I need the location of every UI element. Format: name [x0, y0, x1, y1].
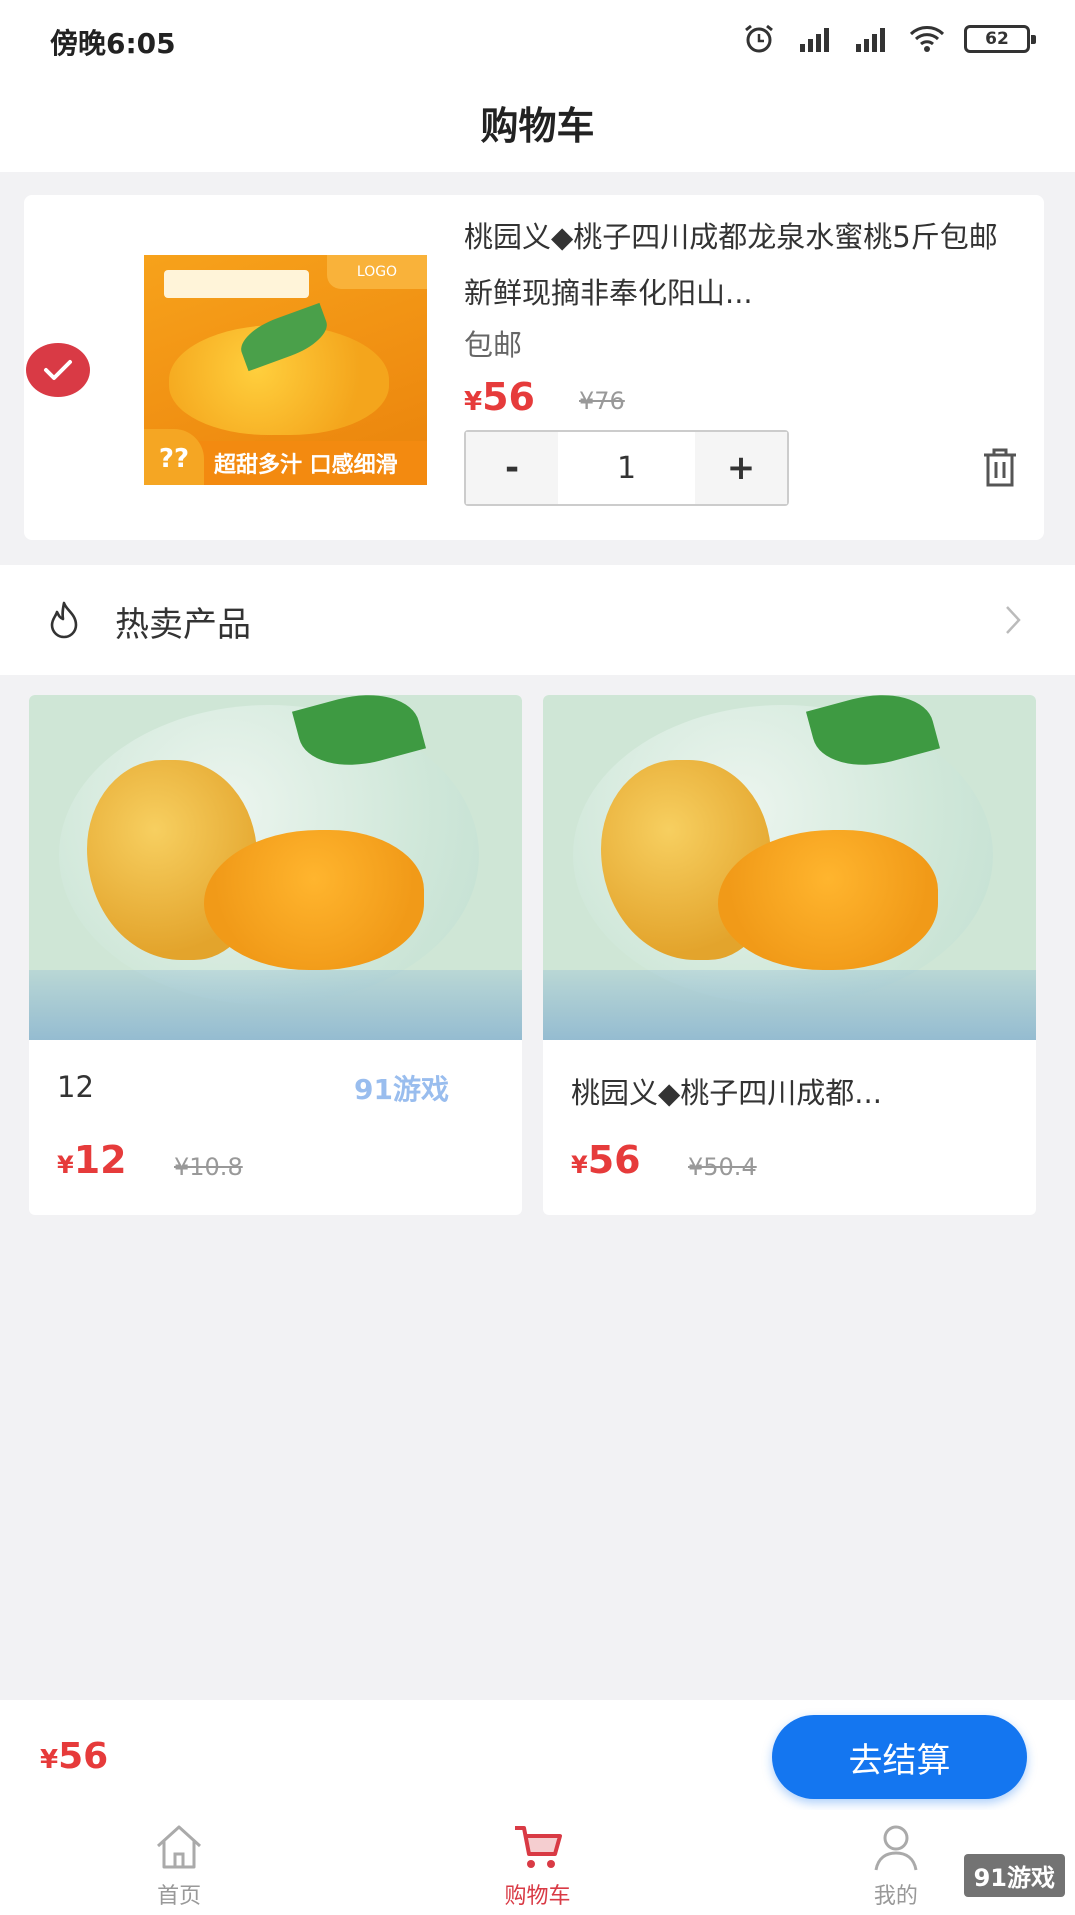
product-image-water [29, 970, 522, 1040]
battery-indicator: 62 [964, 25, 1036, 53]
product-name: 桃园义◆桃子四川成都... [571, 1076, 882, 1110]
watermark-corner: 91游戏 [963, 1854, 1065, 1897]
page-title: 购物车 [480, 104, 595, 148]
chevron-right-icon [1006, 606, 1021, 634]
currency-symbol: ¥ [57, 1151, 74, 1179]
price-value: 56 [482, 375, 535, 419]
product-image-mango-half [204, 830, 424, 970]
product-image [29, 695, 522, 1040]
trash-icon[interactable] [978, 445, 1022, 489]
quantity-value[interactable]: 1 [558, 432, 695, 504]
cart-item-tag: 包邮 [464, 328, 523, 362]
status-time: 傍晚6:05 [50, 27, 176, 60]
thumb-slogan: 超甜多汁 口感细滑 [214, 453, 398, 478]
nav-title-bar: 购物车 [0, 80, 1075, 172]
status-icons: 62 [740, 24, 1036, 54]
cart-item-thumbnail[interactable]: LOGO 超甜多汁 口感细滑 ?? [144, 255, 427, 485]
currency-symbol: ¥ [571, 1151, 588, 1179]
user-icon [874, 1825, 918, 1871]
cart-item-checkbox[interactable] [26, 343, 90, 397]
tab-cart[interactable]: 购物车 [358, 1810, 716, 1915]
hot-products-header[interactable]: 热卖产品 [0, 565, 1075, 675]
thumb-banner [164, 270, 309, 298]
home-icon [157, 1825, 202, 1869]
flame-icon [50, 601, 78, 639]
price-value: 12 [73, 1138, 127, 1182]
product-card[interactable]: 12 ¥12 ¥10.8 [29, 695, 522, 1215]
tab-cart-label: 购物车 [504, 1884, 571, 1909]
tab-home-label: 首页 [157, 1884, 202, 1909]
cart-icon [515, 1826, 563, 1868]
alarm-icon [745, 24, 773, 53]
cart-item: LOGO 超甜多汁 口感细滑 ?? 桃园义◆桃子四川成都龙泉水蜜桃5斤包邮新鲜现… [24, 195, 1044, 540]
thumb-logo: LOGO [327, 255, 427, 289]
thumb-badge: ?? [144, 429, 204, 485]
tab-home[interactable]: 首页 [0, 1810, 358, 1915]
product-image-mango-half [718, 830, 938, 970]
decrease-button[interactable]: - [466, 432, 558, 504]
total-price: ¥56 [40, 1736, 108, 1777]
signal-icon-2 [856, 28, 885, 52]
product-old-price: ¥10.8 [174, 1153, 243, 1181]
watermark-logo: 91游戏 [354, 1073, 449, 1106]
product-image [543, 695, 1036, 1040]
product-old-price: ¥50.4 [688, 1153, 757, 1181]
signal-icon [800, 28, 829, 52]
total-value: 56 [58, 1736, 109, 1777]
currency-symbol: ¥ [40, 1745, 59, 1775]
cart-item-title[interactable]: 桃园义◆桃子四川成都龙泉水蜜桃5斤包邮新鲜现摘非奉化阳山... [464, 209, 1024, 321]
quantity-stepper: - 1 + [464, 430, 789, 506]
tab-profile-label: 我的 [873, 1884, 918, 1909]
bottom-tab-bar: 首页 购物车 我的 [0, 1810, 1075, 1915]
hot-products-label: 热卖产品 [115, 605, 251, 645]
status-bar: 傍晚6:05 62 [0, 0, 1075, 80]
product-price: ¥12 [57, 1138, 127, 1182]
cart-item-price: ¥56 [464, 375, 535, 419]
currency-symbol: ¥ [464, 387, 483, 417]
cart-item-old-price: ¥76 [579, 387, 625, 415]
checkout-button[interactable]: 去结算 [772, 1715, 1027, 1799]
product-image-water [543, 970, 1036, 1040]
price-value: 56 [587, 1138, 641, 1182]
increase-button[interactable]: + [695, 432, 787, 504]
wifi-icon [909, 26, 945, 52]
product-price: ¥56 [571, 1138, 641, 1182]
product-card[interactable]: 桃园义◆桃子四川成都... ¥56 ¥50.4 [543, 695, 1036, 1215]
check-icon [44, 360, 72, 380]
checkout-bar: ¥56 去结算 [0, 1700, 1075, 1810]
